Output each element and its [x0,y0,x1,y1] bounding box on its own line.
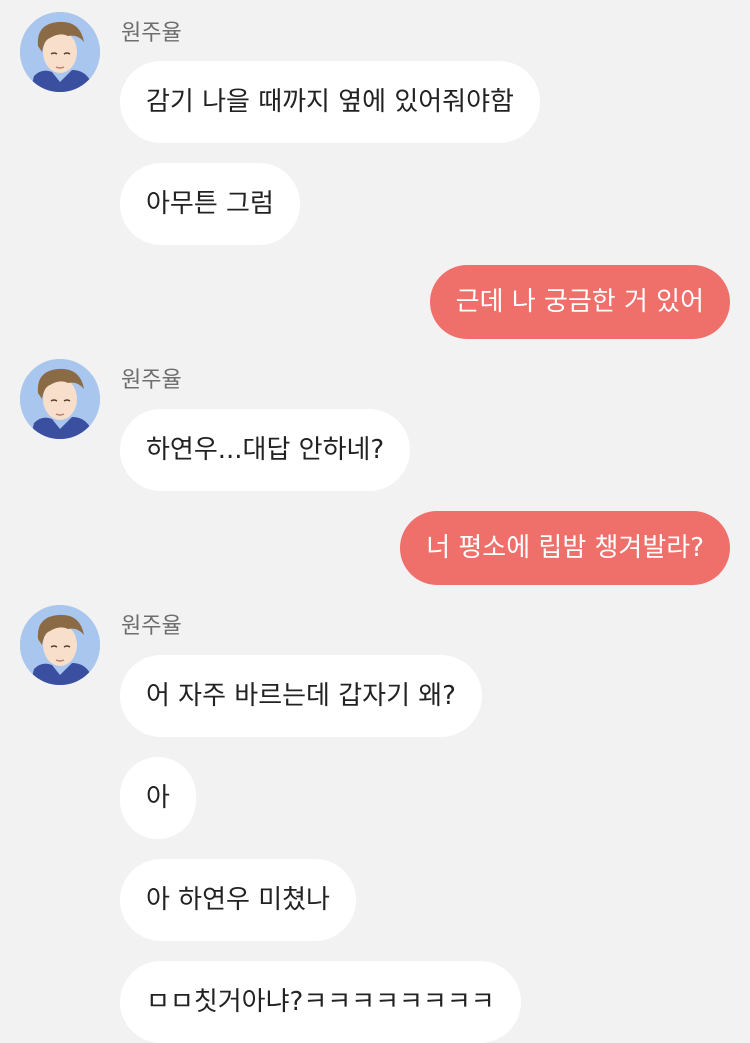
message-bubble[interactable]: 하연우...대답 안하네? [120,409,411,491]
avatar-icon [20,359,100,439]
message-bubble[interactable]: 감기 나을 때까지 옆에 있어줘야함 [120,61,540,143]
sender-name: 원주율 [121,21,182,46]
message-bubble[interactable]: 어 자주 바르는데 갑자기 왜? [120,655,482,737]
message-bubble-outgoing[interactable]: 근데 나 궁금한 거 있어 [429,265,730,339]
sender-name: 원주율 [121,614,182,639]
message-bubble-outgoing[interactable]: 너 평소에 립밤 챙겨발라? [400,511,730,585]
avatar[interactable] [20,12,100,92]
message-bubble[interactable]: ㅁㅁ칫거아냐?ㅋㅋㅋㅋㅋㅋㅋㅋ [120,961,521,1043]
message-bubble[interactable]: 아 하연우 미쳤나 [120,859,356,941]
sender-name: 원주율 [121,368,182,393]
avatar[interactable] [20,359,100,439]
message-bubble[interactable]: 아 [120,757,196,839]
avatar[interactable] [20,605,100,685]
avatar-icon [20,12,100,92]
avatar-icon [20,605,100,685]
message-bubble[interactable]: 아무튼 그럼 [120,163,300,245]
